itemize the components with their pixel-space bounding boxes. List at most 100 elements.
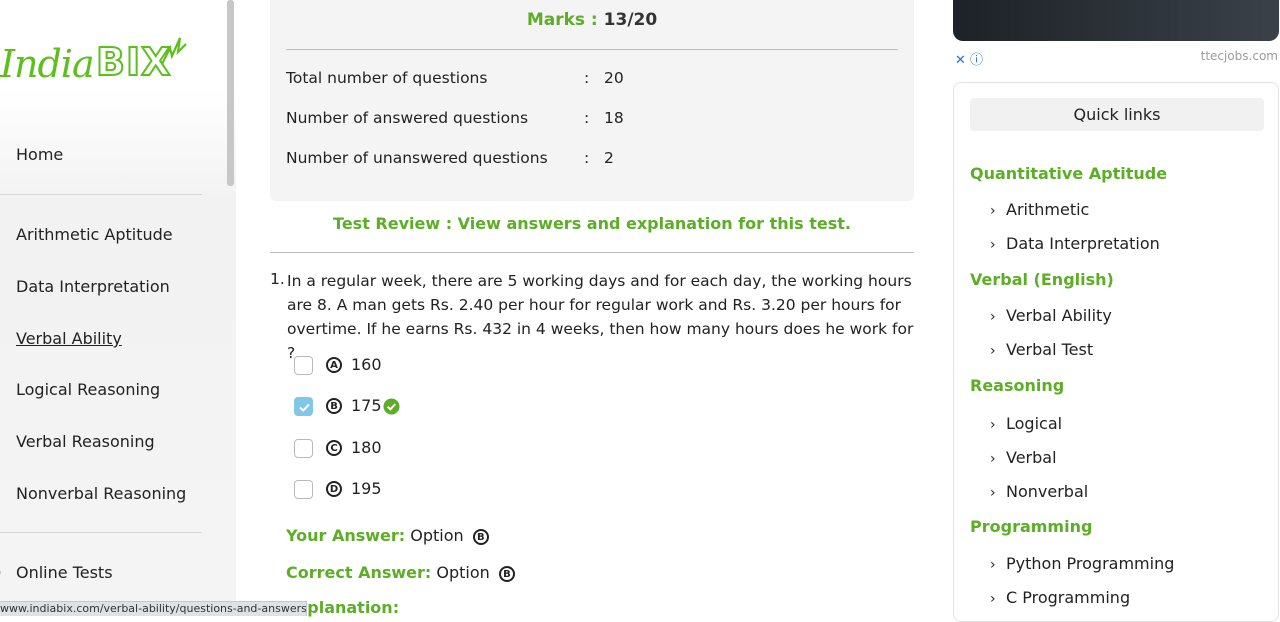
stat-row-answered: Number of answered questions : 18 bbox=[286, 106, 886, 130]
quick-link-verbal-test[interactable]: › Verbal Test bbox=[990, 340, 1093, 359]
ad-close-info-icon[interactable]: ✕ ⓘ bbox=[955, 49, 983, 68]
chevron-right-icon: › bbox=[990, 485, 996, 501]
quick-link-arithmetic[interactable]: › Arithmetic bbox=[990, 200, 1089, 219]
quick-link-label: Arithmetic bbox=[1006, 200, 1090, 219]
quick-links-heading[interactable]: Reasoning bbox=[970, 376, 1064, 395]
logo-india-text: India bbox=[0, 42, 95, 86]
marks-value: 13/20 bbox=[603, 10, 658, 30]
stat-value: 20 bbox=[604, 69, 624, 87]
quick-link-logical[interactable]: › Logical bbox=[990, 414, 1062, 433]
sidebar-item-label: Verbal Ability bbox=[16, 329, 122, 348]
logo-spark-icon bbox=[161, 37, 187, 65]
sidebar-divider bbox=[0, 532, 202, 533]
bullet-icon: ) bbox=[0, 560, 4, 586]
your-answer: Your Answer: Option B bbox=[286, 526, 489, 545]
summary-divider bbox=[286, 49, 898, 50]
advertisement-banner[interactable] bbox=[953, 0, 1279, 41]
stat-row-total: Total number of questions : 20 bbox=[286, 66, 886, 90]
option-letter-icon: B bbox=[326, 398, 342, 414]
quick-link-c-programming[interactable]: › C Programming bbox=[990, 588, 1130, 607]
indiabix-logo[interactable]: India BIX bbox=[0, 36, 200, 98]
quick-link-nonverbal[interactable]: › Nonverbal bbox=[990, 482, 1088, 501]
bullet-icon: : bbox=[0, 429, 4, 455]
quick-links-title: Quick links bbox=[970, 98, 1264, 131]
sidebar-item-label: Verbal Reasoning bbox=[16, 432, 155, 451]
ad-host-text[interactable]: ttecjobs.com bbox=[1201, 49, 1278, 63]
sidebar-item-label: Logical Reasoning bbox=[16, 380, 161, 399]
bullet-icon: · bbox=[0, 142, 4, 168]
option-letter-icon: C bbox=[326, 440, 342, 456]
stat-key: Total number of questions bbox=[286, 69, 488, 87]
quick-link-label: Verbal bbox=[1006, 448, 1057, 467]
main-content: Marks : 13/20 Total number of questions … bbox=[254, 0, 930, 617]
marks-label: Marks : bbox=[526, 10, 598, 30]
bullet-icon: | bbox=[0, 222, 4, 248]
your-answer-text: Option bbox=[410, 526, 464, 545]
correct-answer-text: Option bbox=[436, 563, 490, 582]
status-bar-url: www.indiabix.com/verbal-ability/question… bbox=[0, 601, 307, 616]
chevron-right-icon: › bbox=[990, 343, 996, 359]
chevron-right-icon: › bbox=[990, 237, 996, 253]
bullet-icon: ¦ bbox=[0, 481, 4, 507]
quick-link-verbal[interactable]: › Verbal bbox=[990, 448, 1057, 467]
checkmark-icon bbox=[299, 403, 310, 412]
your-answer-letter-icon: B bbox=[472, 529, 489, 545]
sidebar-item-label: Nonverbal Reasoning bbox=[16, 484, 187, 503]
chevron-right-icon: › bbox=[990, 557, 996, 573]
sidebar-item-label: Arithmetic Aptitude bbox=[16, 225, 173, 244]
option-value: 180 bbox=[351, 438, 382, 457]
test-result-summary: Marks : 13/20 Total number of questions … bbox=[270, 0, 914, 201]
sidebar-item-label: Online Tests bbox=[16, 563, 113, 582]
quick-link-data-interpretation[interactable]: › Data Interpretation bbox=[990, 234, 1160, 253]
stat-row-unanswered: Number of unanswered questions : 2 bbox=[286, 146, 886, 170]
sidebar-item-label: Home bbox=[16, 145, 64, 164]
option-checkbox[interactable] bbox=[294, 397, 313, 416]
correct-answer-label: Correct Answer: bbox=[286, 563, 432, 582]
quick-link-python-programming[interactable]: › Python Programming bbox=[990, 554, 1174, 573]
quick-link-label: Nonverbal bbox=[1006, 482, 1089, 501]
correct-answer: Correct Answer: Option B bbox=[286, 563, 515, 582]
quick-links-card: Quick links Quantitative Aptitude › Arith… bbox=[953, 82, 1279, 622]
quick-link-label: Verbal Test bbox=[1006, 340, 1094, 359]
stat-key: Number of answered questions bbox=[286, 109, 529, 127]
quick-link-label: C Programming bbox=[1006, 588, 1131, 607]
sidebar-scrollbar[interactable] bbox=[227, 0, 234, 186]
quick-links-heading[interactable]: Verbal (English) bbox=[970, 270, 1114, 289]
stat-value: 18 bbox=[604, 109, 624, 127]
quick-link-label: Python Programming bbox=[1006, 554, 1175, 573]
option-letter-icon: D bbox=[326, 481, 342, 497]
option-checkbox[interactable] bbox=[294, 356, 313, 375]
option-value: 195 bbox=[351, 479, 382, 498]
chevron-right-icon: › bbox=[990, 309, 996, 325]
chevron-right-icon: › bbox=[990, 203, 996, 219]
option-checkbox[interactable] bbox=[294, 480, 313, 499]
stat-colon: : bbox=[584, 69, 590, 87]
review-divider bbox=[270, 252, 914, 253]
option-value: 175 bbox=[351, 396, 382, 415]
option-value: 160 bbox=[351, 355, 382, 374]
quick-link-label: Verbal Ability bbox=[1006, 306, 1112, 325]
stat-value: 2 bbox=[604, 149, 614, 167]
quick-link-verbal-ability[interactable]: › Verbal Ability bbox=[990, 306, 1112, 325]
sidebar-item-label: Data Interpretation bbox=[16, 277, 170, 296]
quick-links-heading[interactable]: Quantitative Aptitude bbox=[970, 164, 1167, 183]
correct-answer-letter-icon: B bbox=[498, 566, 515, 582]
test-review-link[interactable]: Test Review : View answers and explanati… bbox=[270, 214, 914, 233]
stat-key: Number of unanswered questions bbox=[286, 149, 548, 167]
left-sidebar: India BIX · Home | Arithmetic Aptitude |… bbox=[0, 0, 236, 615]
bullet-icon: | bbox=[0, 274, 4, 300]
chevron-right-icon: › bbox=[990, 417, 996, 433]
quick-links-heading[interactable]: Programming bbox=[970, 517, 1092, 536]
quick-link-label: Data Interpretation bbox=[1006, 234, 1160, 253]
question-number: 1. bbox=[270, 270, 285, 288]
chevron-right-icon: › bbox=[990, 451, 996, 467]
marks-heading: Marks : 13/20 bbox=[270, 10, 914, 30]
option-checkbox[interactable] bbox=[294, 439, 313, 458]
bullet-icon: ! bbox=[0, 326, 4, 352]
option-letter-icon: A bbox=[326, 357, 342, 373]
stat-colon: : bbox=[584, 149, 590, 167]
quick-link-label: Logical bbox=[1006, 414, 1063, 433]
question-text: In a regular week, there are 5 working d… bbox=[287, 272, 914, 362]
stat-colon: : bbox=[584, 109, 590, 127]
chevron-right-icon: › bbox=[990, 591, 996, 607]
